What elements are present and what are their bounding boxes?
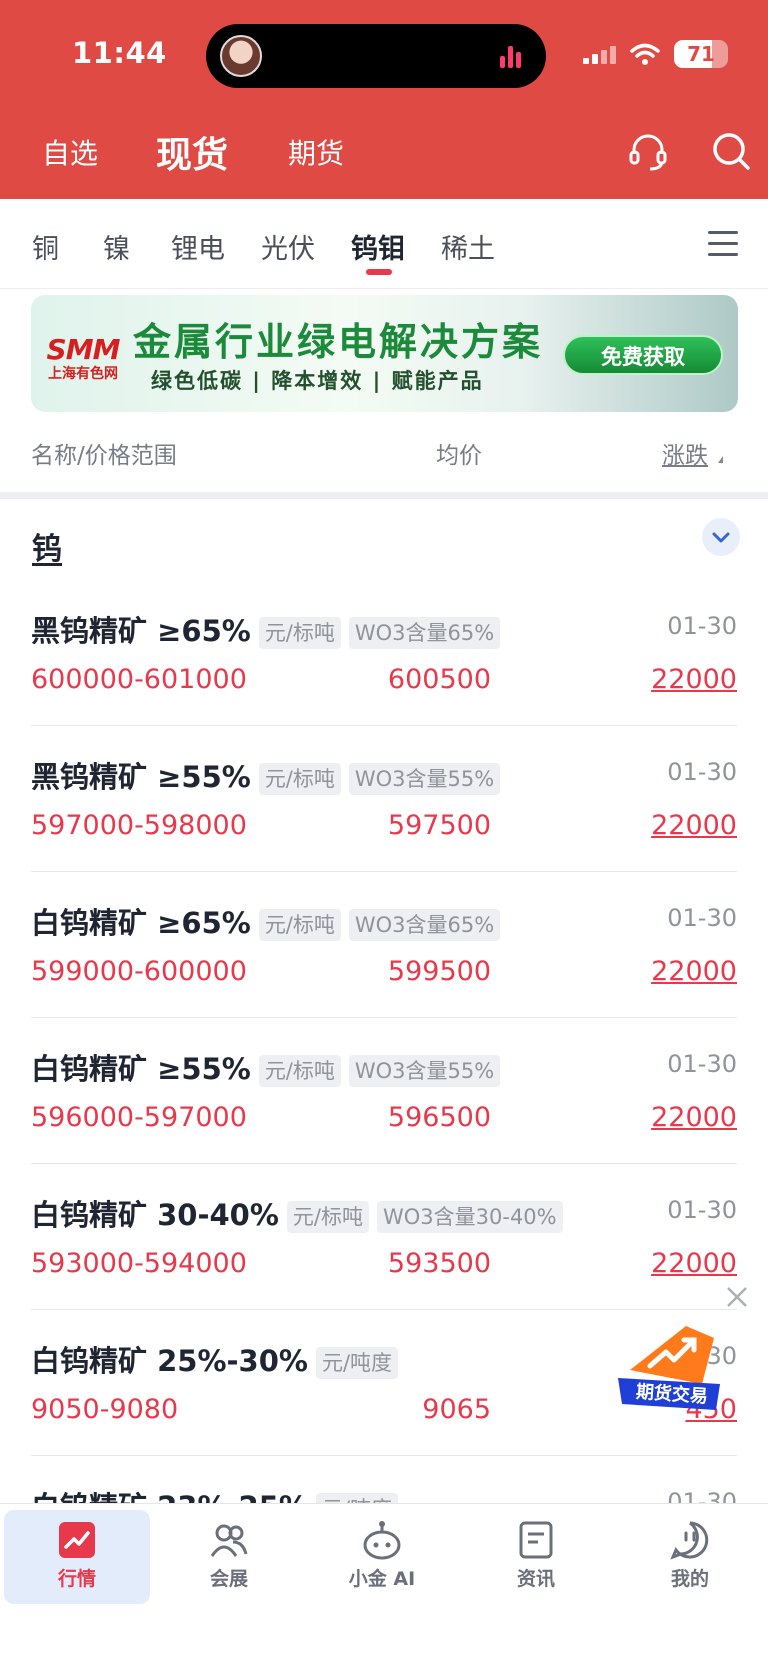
battery-percent: 71 <box>687 42 715 66</box>
tab-label: 小金 AI <box>348 1568 416 1590</box>
tab-exhibition[interactable]: 会展 <box>156 1510 302 1604</box>
table-row[interactable]: 白钨精矿 30-40% 元/标吨 WO3含量30-40% 01-30 593000-… <box>31 1164 737 1310</box>
cellular-signal-icon <box>583 44 616 64</box>
row-price-range: 9050-9080 <box>31 1394 179 1425</box>
table-row[interactable]: 黑钨精矿 ≥65% 元/标吨 WO3含量65% 01-30 600000-60100… <box>31 580 737 726</box>
dynamic-island[interactable] <box>206 24 546 88</box>
row-date: 01-30 <box>667 758 737 786</box>
unit-tag: 元/标吨 <box>258 1055 341 1087</box>
tab-news[interactable]: 资讯 <box>463 1510 609 1604</box>
row-avg-price: 600500 <box>387 664 491 695</box>
row-date: 01-30 <box>667 612 737 640</box>
row-price-range: 596000-597000 <box>31 1102 247 1133</box>
unit-tag: 元/吨度 <box>315 1347 399 1379</box>
audio-bars-icon <box>500 44 526 68</box>
unit-tag: 元/标吨 <box>258 763 341 795</box>
unit-tag: 元/标吨 <box>258 909 341 941</box>
tab-ai[interactable]: 小金 AI <box>309 1510 455 1604</box>
table-row[interactable]: 白钨精矿 ≥65% 元/标吨 WO3含量65% 01-30 599000-60000… <box>31 872 737 1018</box>
banner-subtitle: 绿色低碳 | 降本增效 | 赋能产品 <box>151 369 484 393</box>
row-avg-price: 593500 <box>387 1248 491 1279</box>
tab-watchlist[interactable]: 自选 <box>42 132 98 172</box>
table-row[interactable]: 白钨精矿 ≥55% 元/标吨 WO3含量55% 01-30 596000-59700… <box>31 1018 737 1164</box>
tab-photovoltaic[interactable]: 光伏 <box>261 227 315 266</box>
tab-tungsten-molybdenum[interactable]: 钨钼 <box>351 227 405 266</box>
tab-copper[interactable]: 铜 <box>32 227 59 266</box>
spec-tag: WO3含量55% <box>348 763 501 795</box>
row-name: 白钨精矿 30-40% <box>31 1198 279 1232</box>
chevron-down-icon[interactable] <box>702 518 740 556</box>
tab-profile[interactable]: 我的 <box>617 1510 763 1604</box>
sort-caret-icon <box>718 456 723 463</box>
bottom-tab-bar: 行情 会展 小金 AI 资讯 我的 <box>0 1503 768 1663</box>
tab-label: 资讯 <box>516 1568 555 1590</box>
banner-cta-button[interactable]: 免费获取 <box>563 335 723 375</box>
tab-rare-earth[interactable]: 稀土 <box>441 227 495 266</box>
column-header-avg: 均价 <box>436 443 482 469</box>
status-icons: 71 <box>583 40 728 68</box>
column-header-name: 名称/价格范围 <box>31 443 177 469</box>
tab-label: 我的 <box>670 1568 709 1590</box>
column-header-change[interactable]: 涨跌 <box>662 436 708 470</box>
tab-label: 行情 <box>57 1568 96 1590</box>
promo-banner[interactable]: SMM 上海有色网 金属行业绿电解决方案 绿色低碳 | 降本增效 | 赋能产品 … <box>31 295 738 412</box>
status-time: 11:44 <box>72 36 167 70</box>
battery-indicator: 71 <box>674 40 728 68</box>
market-chart-icon <box>59 1522 95 1558</box>
hamburger-menu-icon[interactable] <box>708 231 738 264</box>
row-date: 01-30 <box>667 904 737 932</box>
row-price-range: 593000-594000 <box>31 1248 247 1279</box>
tab-market[interactable]: 行情 <box>4 1510 150 1604</box>
close-icon[interactable] <box>724 1284 750 1310</box>
unit-tag: 元/标吨 <box>258 617 341 649</box>
active-tab-indicator <box>366 269 392 275</box>
people-icon <box>210 1524 248 1557</box>
tab-label: 会展 <box>209 1568 248 1590</box>
row-name: 黑钨精矿 ≥55% <box>31 760 251 794</box>
section-divider <box>0 492 768 499</box>
row-price-range: 597000-598000 <box>31 810 247 841</box>
avatar <box>220 35 262 77</box>
app-header: 11:44 71 自选 现货 期货 <box>0 0 768 199</box>
unit-tag: 元/标吨 <box>286 1201 369 1233</box>
row-price-range: 599000-600000 <box>31 956 247 987</box>
profile-icon <box>670 1521 709 1560</box>
row-name: 白钨精矿 ≥65% <box>31 906 251 940</box>
futures-trading-float-button[interactable]: 期货交易 <box>616 1318 726 1414</box>
robot-icon <box>363 1521 401 1560</box>
spec-tag: WO3含量65% <box>348 909 501 941</box>
row-price-range: 600000-601000 <box>31 664 247 695</box>
tab-futures[interactable]: 期货 <box>288 132 344 172</box>
row-change[interactable]: 22000 <box>651 956 737 987</box>
spec-tag: WO3含量65% <box>348 617 501 649</box>
headset-icon[interactable] <box>626 130 670 174</box>
row-date: 01-30 <box>667 1196 737 1224</box>
table-row[interactable]: 黑钨精矿 ≥55% 元/标吨 WO3含量55% 01-30 597000-59800… <box>31 726 737 872</box>
row-change[interactable]: 22000 <box>651 810 737 841</box>
row-avg-price: 597500 <box>387 810 491 841</box>
row-avg-price: 9065 <box>422 1394 491 1425</box>
tab-spot[interactable]: 现货 <box>156 126 228 178</box>
news-icon <box>519 1521 553 1559</box>
row-avg-price: 599500 <box>387 956 491 987</box>
banner-title: 金属行业绿电解决方案 <box>133 320 544 364</box>
row-change[interactable]: 22000 <box>651 664 737 695</box>
wifi-icon <box>630 43 660 65</box>
row-date: 01-30 <box>667 1050 737 1078</box>
row-name: 白钨精矿 ≥55% <box>31 1052 251 1086</box>
search-icon[interactable] <box>710 130 754 174</box>
row-avg-price: 596500 <box>387 1102 491 1133</box>
spec-tag: WO3含量30-40% <box>376 1201 563 1233</box>
row-change[interactable]: 22000 <box>651 1248 737 1279</box>
tab-lithium[interactable]: 锂电 <box>171 227 225 266</box>
category-tabs: 铜 镍 锂电 光伏 钨钼 稀土 <box>0 199 768 289</box>
row-name: 白钨精矿 25%-30% <box>31 1344 308 1378</box>
tab-nickel[interactable]: 镍 <box>103 227 130 266</box>
spec-tag: WO3含量55% <box>348 1055 501 1087</box>
row-name: 黑钨精矿 ≥65% <box>31 614 251 648</box>
row-change[interactable]: 22000 <box>651 1102 737 1133</box>
smm-logo: SMM 上海有色网 <box>46 333 121 383</box>
section-title[interactable]: 钨 <box>32 524 62 568</box>
